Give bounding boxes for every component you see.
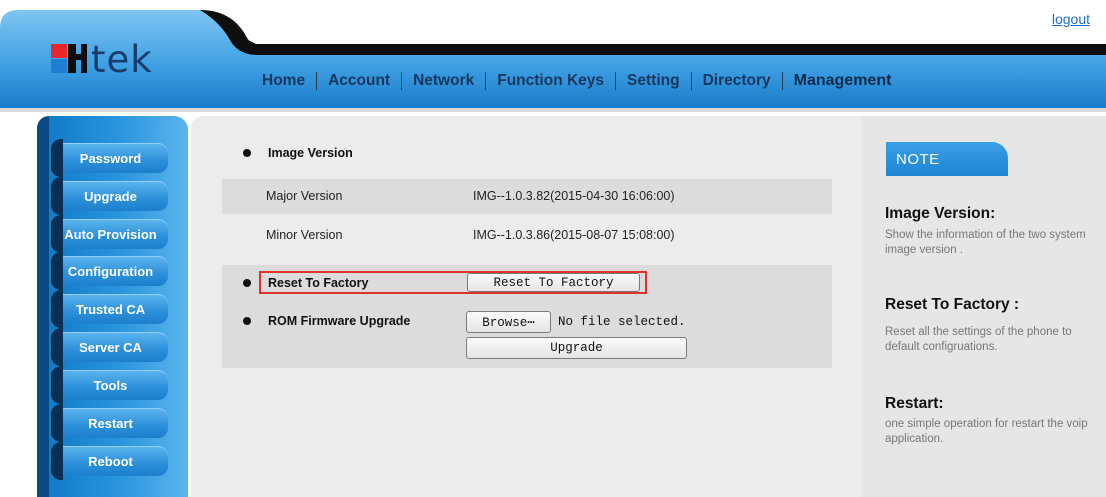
sidebar-item-auto-provision[interactable]: Auto Provision <box>51 215 168 253</box>
sidebar-item-configuration[interactable]: Configuration <box>51 252 168 290</box>
nav-item-setting[interactable]: Setting <box>627 72 680 90</box>
nav-item-function-keys[interactable]: Function Keys <box>497 72 604 90</box>
browse-button[interactable]: Browse⋯ <box>466 311 551 333</box>
sidebar-item-label: Upgrade <box>84 188 137 204</box>
note-text: Reset all the settings of the phone to d… <box>885 326 1072 353</box>
rom-upgrade-title: ROM Firmware Upgrade <box>268 314 411 328</box>
nav-separator <box>316 72 318 90</box>
nav-item-account[interactable]: Account <box>328 72 390 90</box>
nav-item-directory[interactable]: Directory <box>703 72 771 90</box>
header: tek logout Home Account Network Function Ke… <box>0 0 1106 112</box>
logo-text: tek <box>91 37 153 81</box>
upgrade-button[interactable]: Upgrade <box>466 337 687 359</box>
nav-separator <box>401 72 403 90</box>
sidebar-item-reboot[interactable]: Reboot <box>51 442 168 480</box>
main-nav: Home Account Network Function Keys Setting Di… <box>262 66 891 96</box>
major-version-label: Major Version <box>266 189 343 203</box>
sidebar-item-upgrade[interactable]: Upgrade <box>51 177 168 215</box>
note-tab: NOTE <box>886 142 1008 176</box>
note-heading: Image Version: <box>885 205 996 222</box>
sidebar-item-label: Tools <box>93 377 128 393</box>
nav-item-network[interactable]: Network <box>413 72 474 90</box>
note-text: Show the information of the two system i… <box>885 229 1086 256</box>
minor-version-value: IMG--1.0.3.86(2015-08-07 15:08:00) <box>473 228 675 242</box>
nav-separator <box>781 72 783 90</box>
rom-upgrade-section: ROM Firmware Upgrade <box>243 314 410 328</box>
sidebar-item-label: Restart <box>88 415 133 431</box>
sidebar-item-tools[interactable]: Tools <box>51 366 168 404</box>
sidebar-item-server-ca[interactable]: Server CA <box>51 328 168 366</box>
sidebar-item-label: Password <box>79 150 142 166</box>
sidebar-item-restart[interactable]: Restart <box>51 404 168 442</box>
file-status-text: No file selected. <box>558 315 686 329</box>
note-heading: Reset To Factory : <box>885 296 1020 313</box>
note-heading: Restart: <box>885 395 944 412</box>
sidebar-stripe <box>37 116 49 497</box>
image-version-title: Image Version <box>268 146 353 160</box>
nav-separator <box>615 72 617 90</box>
major-version-value: IMG--1.0.3.82(2015-04-30 16:06:00) <box>473 189 675 203</box>
nav-separator <box>690 72 692 90</box>
nav-item-home[interactable]: Home <box>262 72 305 90</box>
sidebar-item-trusted-ca[interactable]: Trusted CA <box>51 290 168 328</box>
logout-link[interactable]: logout <box>1052 11 1090 27</box>
nav-separator <box>485 72 487 90</box>
sidebar-item-label: Trusted CA <box>75 301 146 317</box>
bullet-icon <box>243 317 251 325</box>
note-text: one simple operation for restart the voi… <box>885 418 1088 445</box>
htek-logo: tek <box>51 38 153 80</box>
sidebar-item-label: Auto Provision <box>64 226 157 242</box>
sidebar-item-password[interactable]: Password <box>51 139 168 177</box>
bullet-icon <box>243 149 251 157</box>
sidebar-item-label: Reboot <box>88 453 133 469</box>
image-version-section: Image Version <box>243 146 353 160</box>
bullet-icon <box>243 279 251 287</box>
logo-mark-icon <box>51 44 87 74</box>
minor-version-label: Minor Version <box>266 228 343 242</box>
sidebar-item-label: Configuration <box>67 263 154 279</box>
sidebar-item-label: Server CA <box>79 339 142 355</box>
nav-item-management[interactable]: Management <box>794 72 892 90</box>
highlight-box <box>259 271 647 294</box>
